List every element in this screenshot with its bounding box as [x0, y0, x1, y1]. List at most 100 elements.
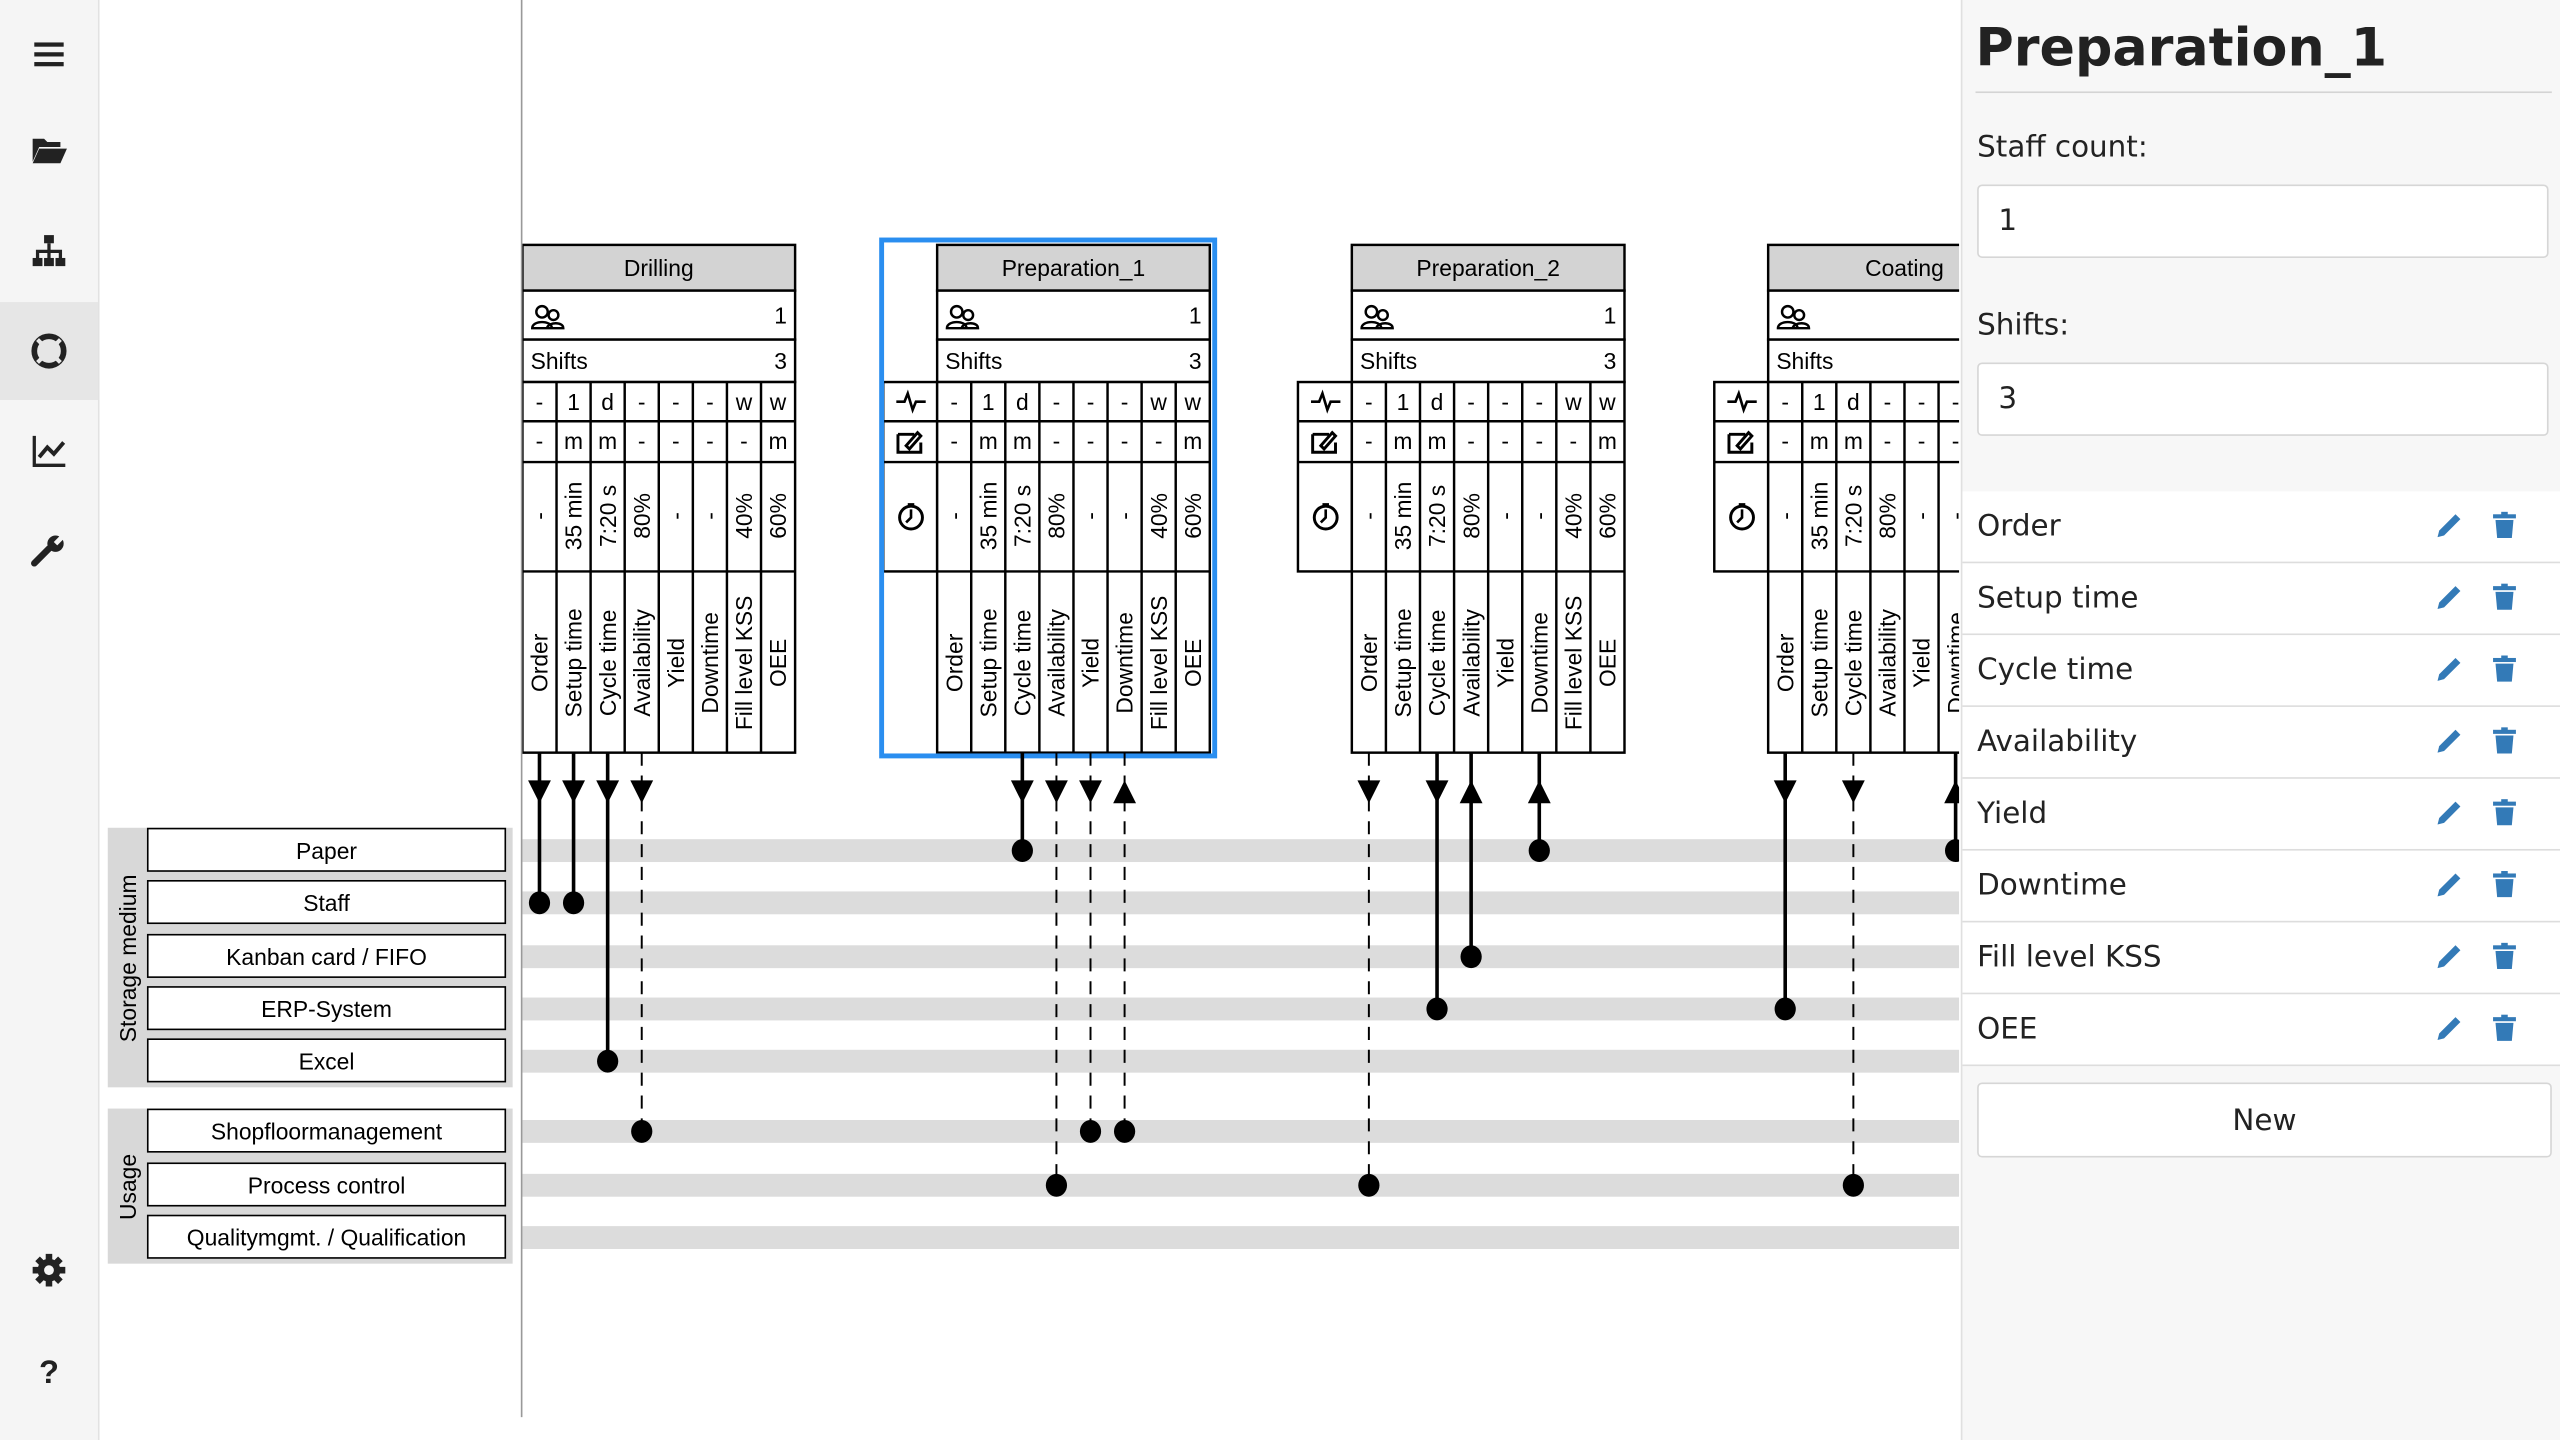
field-label: Downtime [1526, 612, 1552, 714]
value-cell: 35 min [1806, 482, 1832, 551]
analytics-button[interactable] [0, 402, 98, 500]
unit-cell: - [1087, 428, 1095, 454]
connection[interactable] [1527, 752, 1551, 863]
lane-label[interactable]: Process control [146, 1162, 507, 1207]
staff-count: 1 [774, 302, 787, 328]
value-cell: - [1526, 512, 1552, 520]
trash-icon[interactable] [2488, 509, 2521, 542]
lane-label[interactable]: Staff [146, 879, 507, 925]
shifts-input[interactable] [1977, 362, 2549, 436]
frequency-cell: 1 [567, 389, 580, 415]
arrow-down-icon [528, 780, 551, 804]
field-label: Order [1772, 633, 1798, 692]
value-cell: 60% [1180, 493, 1206, 539]
connection[interactable] [1773, 752, 1797, 1021]
field-list-item[interactable]: Order [1962, 491, 2560, 564]
pencil-icon[interactable] [2433, 509, 2466, 542]
frequency-cell: w [1598, 389, 1616, 415]
field-label: Setup time [1390, 608, 1416, 717]
open-file-button[interactable] [0, 101, 98, 199]
frequency-cell: 1 [982, 389, 995, 415]
process-box-preparation_1[interactable]: Preparation_11Shifts 3---Order1m35 minSet… [879, 237, 1218, 759]
field-list-item[interactable]: Fill level KSS [1962, 922, 2560, 995]
help-center-button[interactable] [0, 302, 98, 400]
field-label: Availability [1875, 609, 1901, 717]
lane-band [522, 891, 1960, 915]
trash-icon[interactable] [2488, 725, 2521, 758]
lane-label[interactable]: Qualitymgmt. / Qualification [146, 1214, 507, 1259]
field-list-item[interactable]: Setup time [1962, 563, 2560, 636]
pencil-icon[interactable] [2433, 940, 2466, 973]
connection[interactable] [562, 752, 585, 915]
pencil-icon[interactable] [2433, 869, 2466, 902]
connection[interactable] [528, 752, 551, 915]
pencil-icon[interactable] [2433, 653, 2466, 686]
field-list-item[interactable]: Yield [1962, 779, 2560, 851]
unit-cell: m [1428, 428, 1447, 454]
trash-icon[interactable] [2488, 797, 2521, 830]
new-button[interactable]: New [1977, 1082, 2552, 1158]
structure-button[interactable] [0, 202, 98, 300]
tools-button[interactable] [0, 503, 98, 601]
icon-column [1713, 380, 1770, 573]
field-list-item[interactable]: Downtime [1962, 851, 2560, 923]
help-button[interactable]: ? [0, 1322, 98, 1420]
lane-label[interactable]: Paper [146, 827, 507, 872]
trash-icon[interactable] [2488, 653, 2521, 686]
field-list-item[interactable]: Cycle time [1962, 635, 2560, 707]
frequency-cell: - [1053, 389, 1061, 415]
lane-label[interactable]: Excel [146, 1038, 507, 1083]
field-list-item[interactable]: OEE [1962, 994, 2560, 1067]
unit-cell: - [1155, 428, 1163, 454]
process-box-drilling[interactable]: Drilling1Shifts 3---Order1m35 minSetup ti… [522, 243, 797, 754]
connection[interactable] [1010, 752, 1034, 863]
lane-band [522, 1049, 1960, 1073]
lane-label[interactable]: Kanban card / FIFO [146, 933, 507, 978]
staff-row [1350, 289, 1626, 341]
field-name: Order [1977, 509, 2061, 544]
process-box-coating[interactable]: Coating1Shifts3---Order1m35 minSetup tim… [1713, 243, 1960, 754]
field-label: Yield [663, 638, 689, 688]
process-box-preparation_2[interactable]: Preparation_21Shifts 3---Order1m35 minSet… [1296, 243, 1626, 754]
lane-band [522, 1119, 1960, 1143]
connection[interactable] [1944, 752, 1960, 863]
pencil-icon[interactable] [2433, 725, 2466, 758]
frequency-cell: 1 [1397, 389, 1410, 415]
folder-open-icon [32, 138, 67, 164]
staff-count-input[interactable] [1977, 184, 2549, 258]
lane-label[interactable]: ERP-System [146, 986, 507, 1031]
trash-icon[interactable] [2488, 581, 2521, 614]
process-name: Drilling [624, 255, 694, 281]
trash-icon[interactable] [2488, 869, 2521, 902]
frequency-cell: - [1121, 389, 1129, 415]
menu-button[interactable] [0, 5, 98, 103]
field-label: Downtime [697, 612, 723, 714]
field-label: Cycle time [1010, 610, 1036, 717]
properties-panel: Preparation_1 Staff count: Shifts: Order… [1960, 0, 2560, 1440]
pencil-icon[interactable] [2433, 1012, 2466, 1045]
value-cell: - [663, 512, 689, 520]
trash-icon[interactable] [2488, 940, 2521, 973]
pencil-icon[interactable] [2433, 581, 2466, 614]
trash-icon[interactable] [2488, 1012, 2521, 1045]
process-diagram[interactable]: Drilling1Shifts 3---Order1m35 minSetup ti… [522, 0, 1960, 1440]
field-name: Yield [1977, 796, 2048, 832]
field-list-item[interactable]: Availability [1962, 707, 2560, 779]
frequency-cell: - [1952, 389, 1959, 415]
connection-endpoint [1460, 945, 1482, 969]
process-name: Preparation_2 [1416, 255, 1560, 281]
panel-title: Preparation_1 [1975, 16, 2388, 79]
value-cell: - [941, 512, 967, 520]
pencil-icon[interactable] [2433, 797, 2466, 830]
value-cell: 40% [731, 493, 757, 539]
staff-row [935, 289, 1212, 341]
field-name: Cycle time [1977, 653, 2134, 688]
frequency-cell: - [1467, 389, 1475, 415]
connection[interactable] [1425, 752, 1449, 1021]
line-chart-icon [32, 435, 66, 467]
diagram-canvas[interactable]: Storage medium Usage Paper Staff Kanban ca… [99, 0, 1960, 1440]
lane-label[interactable]: Shopfloormanagement [146, 1108, 507, 1153]
connection-endpoint [1426, 997, 1448, 1021]
settings-button[interactable] [0, 1221, 98, 1319]
frequency-cell: d [601, 389, 614, 415]
